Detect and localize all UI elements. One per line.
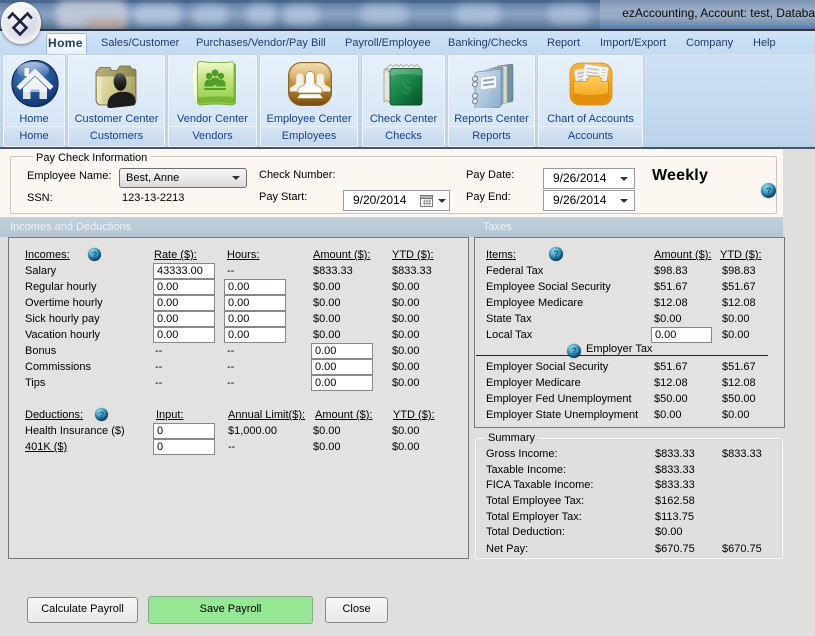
svg-text:$: $ — [402, 78, 412, 99]
